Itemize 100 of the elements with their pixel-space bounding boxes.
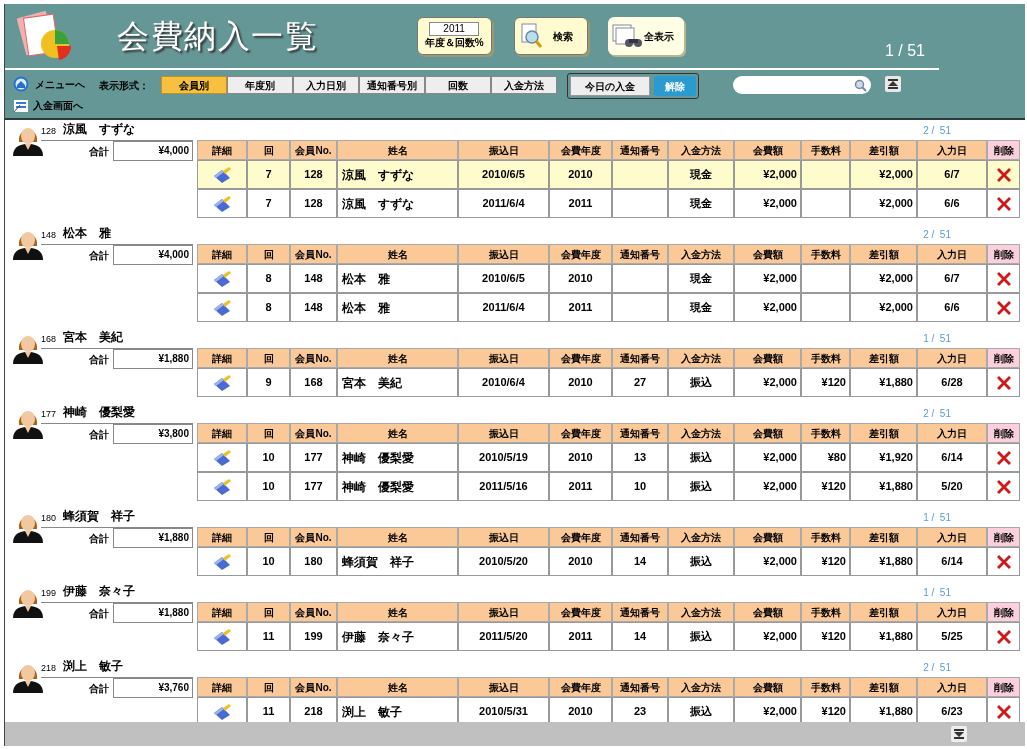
pencil-icon[interactable] <box>212 552 232 571</box>
table-cell: 神崎 優梨愛 <box>337 443 458 472</box>
year-round-button[interactable]: 2011 年度＆回数% <box>416 17 492 55</box>
table-cell <box>801 264 850 293</box>
column-header: 詳細 <box>197 423 247 443</box>
member-name: 渕上 敏子 <box>63 658 123 675</box>
table-cell: ¥2,000 <box>734 264 801 293</box>
binoculars-icon <box>611 24 642 48</box>
column-header: 削除 <box>987 602 1020 622</box>
table-cell: 148 <box>290 293 337 322</box>
delete-icon[interactable] <box>996 629 1011 644</box>
year-field[interactable]: 2011 <box>429 22 480 36</box>
pencil-icon[interactable] <box>212 448 232 467</box>
table-cell: 2010 <box>549 443 612 472</box>
table-cell: 128 <box>290 189 337 218</box>
menu-link[interactable]: メニューへ <box>13 76 99 92</box>
table-cell: 松本 雅 <box>337 293 458 322</box>
column-header: 会費額 <box>734 602 801 622</box>
table-cell <box>612 189 668 218</box>
table-cell <box>801 189 850 218</box>
pencil-icon[interactable] <box>212 373 232 392</box>
table-cell: 27 <box>612 368 668 397</box>
delete-icon[interactable] <box>996 196 1011 211</box>
delete-icon[interactable] <box>996 450 1011 465</box>
column-header: 通知番号 <box>612 348 668 368</box>
scroll-bottom-button[interactable] <box>951 726 967 742</box>
column-header: 回 <box>247 244 290 264</box>
table-cell: 13 <box>612 443 668 472</box>
column-header: 入力日 <box>917 602 987 622</box>
member-name: 神崎 優梨愛 <box>63 404 135 421</box>
column-header: 通知番号 <box>612 140 668 160</box>
pencil-icon[interactable] <box>212 269 232 288</box>
view-mode-label: 表示形式： <box>99 79 150 93</box>
today-payments-button[interactable]: 今日の入金 <box>570 76 650 96</box>
delete-icon[interactable] <box>996 167 1011 182</box>
table-cell: 5/20 <box>917 472 987 501</box>
search-field[interactable] <box>733 76 871 94</box>
table-cell: 7 <box>247 189 290 218</box>
view-tab[interactable]: 年度別 <box>227 76 293 94</box>
view-tab[interactable]: 入金方法 <box>491 76 557 94</box>
table-cell: 2010/5/31 <box>458 697 549 722</box>
column-header: 削除 <box>987 348 1020 368</box>
total-field: ¥4,000 <box>113 141 193 161</box>
table-cell: 2010/6/5 <box>458 160 549 189</box>
table-cell: 涼風 すずな <box>337 160 458 189</box>
delete-icon[interactable] <box>996 554 1011 569</box>
column-header: 振込日 <box>458 140 549 160</box>
column-header: 会員No. <box>290 348 337 368</box>
document-magnifier-icon <box>520 23 543 49</box>
view-tab[interactable]: 会員別 <box>161 76 227 94</box>
table-cell <box>612 293 668 322</box>
delete-icon[interactable] <box>996 479 1011 494</box>
view-tab[interactable]: 入力日別 <box>293 76 359 94</box>
show-all-button[interactable]: 全表示 <box>607 17 684 55</box>
delete-icon[interactable] <box>996 704 1011 719</box>
pencil-icon[interactable] <box>212 165 232 184</box>
table-cell: 6/7 <box>917 264 987 293</box>
table-cell: 2010 <box>549 160 612 189</box>
column-header: 入力日 <box>917 527 987 547</box>
column-header: 回 <box>247 677 290 697</box>
scroll-top-button[interactable] <box>885 76 901 92</box>
total-field: ¥3,800 <box>113 424 193 444</box>
pencil-icon[interactable] <box>212 702 232 721</box>
column-header: 入金方法 <box>668 244 734 264</box>
pencil-icon[interactable] <box>212 194 232 213</box>
page-counter: 1 / 51 <box>884 41 925 61</box>
table-cell: 涼風 すずな <box>337 189 458 218</box>
table-cell: 2010 <box>549 547 612 576</box>
total-label: 合計 <box>89 532 109 546</box>
pencil-icon[interactable] <box>212 298 232 317</box>
column-header: 姓名 <box>337 244 458 264</box>
record-counter: 1 / 51 <box>923 586 951 600</box>
column-header: 姓名 <box>337 677 458 697</box>
column-header: 会費額 <box>734 423 801 443</box>
column-header: 詳細 <box>197 527 247 547</box>
table-cell: 振込 <box>668 368 734 397</box>
column-header: 姓名 <box>337 348 458 368</box>
table-cell: 現金 <box>668 264 734 293</box>
column-header: 入金方法 <box>668 527 734 547</box>
column-header: 会費年度 <box>549 244 612 264</box>
delete-icon[interactable] <box>996 300 1011 315</box>
table-cell: 6/28 <box>917 368 987 397</box>
view-tab[interactable]: 通知番号別 <box>359 76 425 94</box>
table-cell: 振込 <box>668 547 734 576</box>
table-cell: 2010/5/20 <box>458 547 549 576</box>
column-header: 振込日 <box>458 244 549 264</box>
table-cell: ¥2,000 <box>734 160 801 189</box>
table-cell: 8 <box>247 293 290 322</box>
pencil-icon[interactable] <box>212 477 232 496</box>
record-counter: 2 / 51 <box>923 124 951 138</box>
member-name: 宮本 美紀 <box>63 329 123 346</box>
table-cell: ¥2,000 <box>734 293 801 322</box>
search-button[interactable]: 検索 <box>513 17 588 55</box>
entry-screen-link[interactable]: 入金画面へ <box>13 98 99 113</box>
pencil-icon[interactable] <box>212 627 232 646</box>
delete-icon[interactable] <box>996 271 1011 286</box>
total-label: 合計 <box>89 607 109 621</box>
view-tab[interactable]: 回数 <box>425 76 491 94</box>
delete-icon[interactable] <box>996 375 1011 390</box>
column-header: 通知番号 <box>612 677 668 697</box>
